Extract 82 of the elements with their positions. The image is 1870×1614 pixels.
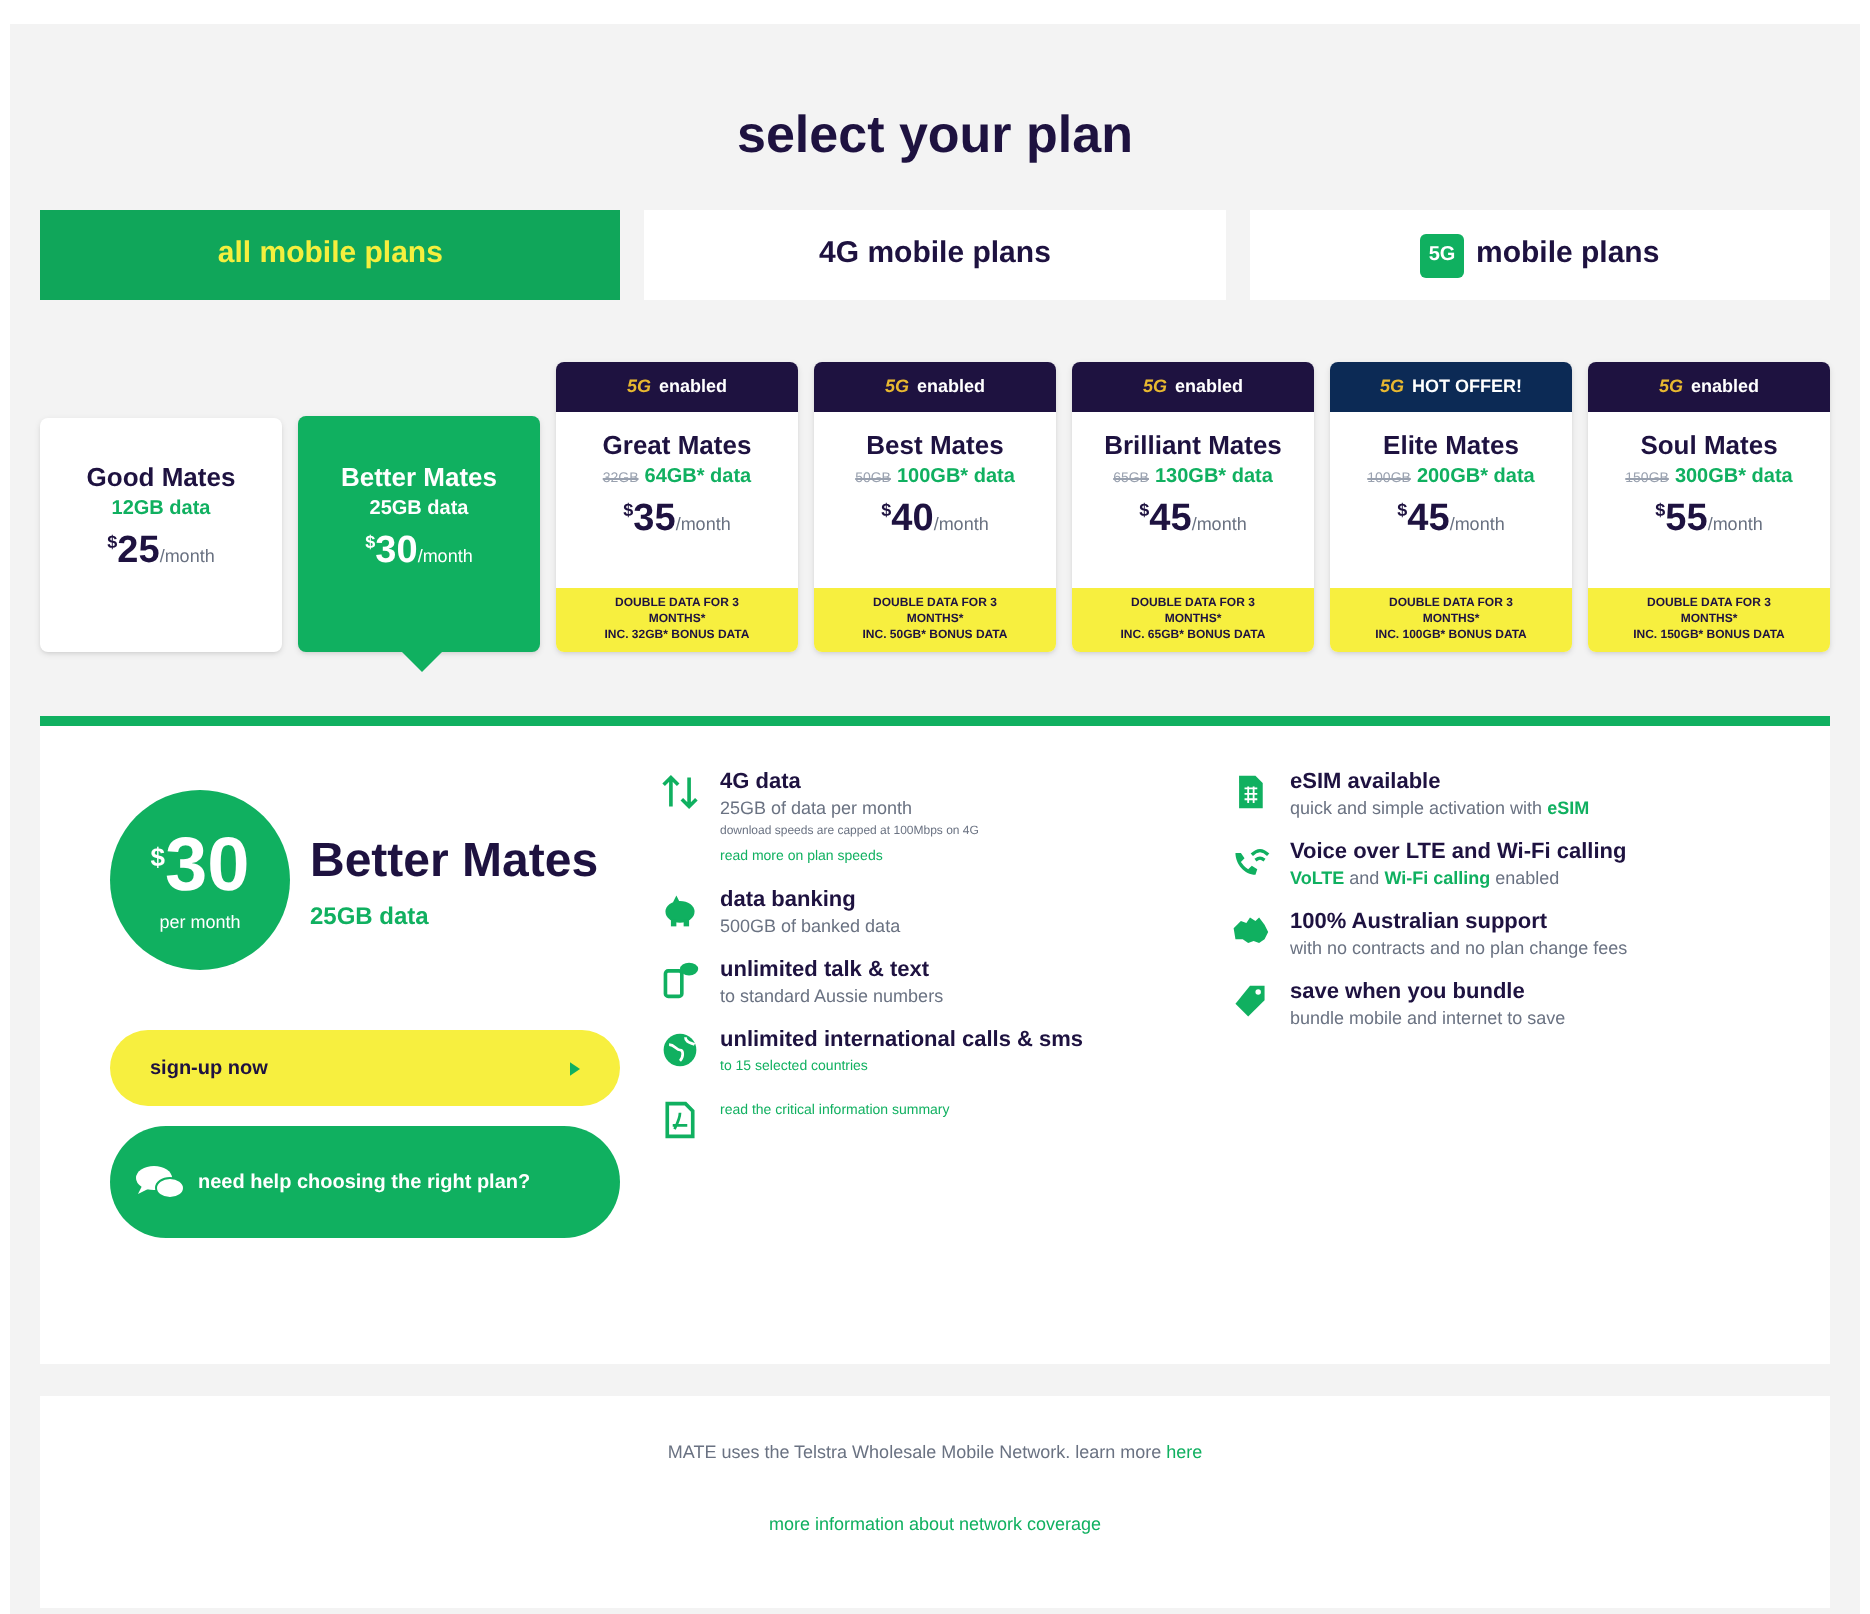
plan-name: Better Mates <box>310 832 599 892</box>
plan-name: Soul Mates <box>1640 428 1778 462</box>
price-period: /month <box>1449 512 1505 538</box>
plan-data: 64GB* data <box>644 464 752 492</box>
plan-data: 130GB* data <box>1154 464 1273 492</box>
feature-title: data banking <box>720 888 858 914</box>
currency: $ <box>1139 498 1150 520</box>
currency: $ <box>107 530 118 557</box>
page-title: select your plan <box>735 102 1135 168</box>
price-period: /month <box>417 543 473 570</box>
network-label: 5G <box>1142 373 1167 400</box>
feature-description: bundle mobile and internet to save <box>1290 1006 1566 1032</box>
feature-title: eSIM available <box>1290 770 1443 796</box>
currency: $ <box>881 498 892 520</box>
up-down-arrows-icon <box>660 772 700 812</box>
plan-data: 300GB* data <box>1674 464 1793 492</box>
network-label: 5G <box>1379 373 1404 400</box>
globe-icon <box>660 1030 700 1070</box>
price-period: /month <box>675 512 731 538</box>
price-period: /month <box>933 512 989 538</box>
plan-data: 200GB* data <box>1416 464 1535 492</box>
price: 45 <box>1407 496 1450 544</box>
price: 45 <box>1149 496 1192 544</box>
plan-data: 100GB* data <box>896 464 1015 492</box>
network-info-text: MATE uses the Telstra Wholesale Mobile Network. learn more here <box>667 1440 1203 1466</box>
feature-description: with no contracts and no plan change fees <box>1290 936 1628 962</box>
signup-button[interactable]: sign-up now <box>110 1030 620 1106</box>
price: 30 <box>164 822 250 911</box>
network-label: 5G <box>1658 373 1683 400</box>
tag-label: enabled <box>1691 373 1760 400</box>
price-period: /month <box>159 544 215 571</box>
plan-card[interactable]: Good Mates 12GB data $25/month <box>40 418 282 652</box>
plan-name: Good Mates <box>86 460 236 495</box>
document-icon <box>660 1100 700 1140</box>
feature-title: unlimited international calls & sms <box>720 1028 1084 1054</box>
plan-data: 12GB data <box>111 496 211 525</box>
plan-name: Elite Mates <box>1383 428 1519 462</box>
feature-description: quick and simple activation with eSIM <box>1290 796 1590 822</box>
feature-description: 25GB of data per month <box>720 796 915 822</box>
price: 35 <box>633 496 676 544</box>
price: 55 <box>1665 496 1708 544</box>
chat-bubbles-icon <box>134 1162 186 1202</box>
price: 25 <box>117 528 160 577</box>
plan-tab[interactable]: 4G mobile plans <box>644 210 1226 300</box>
chevron-icon <box>570 1061 580 1075</box>
tag-label: enabled <box>659 373 728 400</box>
plan-tab[interactable]: 5G mobile plans <box>1249 210 1830 300</box>
plan-name: Great Mates <box>602 428 752 462</box>
plan-name: Brilliant Mates <box>1104 428 1282 462</box>
network-label: 5G <box>884 373 909 400</box>
network-label: 5G <box>626 373 651 400</box>
feature-title: 4G data <box>720 770 803 796</box>
feature-title: unlimited talk & text <box>720 958 932 984</box>
price-period: per month <box>159 910 241 937</box>
feature-title: Voice over LTE and Wi-Fi calling <box>1290 840 1627 866</box>
feature-title: save when you bundle <box>1290 980 1527 1006</box>
currency: $ <box>1397 498 1408 520</box>
feature-description: 500GB of banked data <box>720 914 901 940</box>
feature-title: 100% Australian support <box>1290 910 1550 936</box>
plan-name: Best Mates <box>866 428 1004 462</box>
plan-name: Better Mates <box>340 459 498 494</box>
tag-label: enabled <box>917 373 986 400</box>
phone-message-icon <box>660 960 700 1000</box>
price-period: /month <box>1191 512 1247 538</box>
piggy-bank-icon <box>660 890 700 930</box>
currency: $ <box>365 529 376 556</box>
pointer-icon <box>402 652 442 672</box>
badge: 5G <box>1419 233 1464 277</box>
plan-data: 25GB data <box>310 900 431 934</box>
currency: $ <box>623 498 634 524</box>
tag-label: enabled <box>1175 373 1244 400</box>
currency: $ <box>1655 498 1666 524</box>
feature-description: to standard Aussie numbers <box>720 984 944 1010</box>
price-tag-icon <box>1230 982 1270 1022</box>
price: 40 <box>891 496 934 544</box>
feature-description: VoLTE and Wi-Fi calling enabled <box>1290 866 1562 892</box>
price: 30 <box>375 527 418 576</box>
currency: $ <box>150 840 165 877</box>
tag-label: HOT OFFER! <box>1412 373 1522 400</box>
tab-label: mobile plans <box>1475 234 1660 275</box>
price-period: /month <box>1707 512 1763 538</box>
plan-data: 25GB data <box>369 495 469 524</box>
